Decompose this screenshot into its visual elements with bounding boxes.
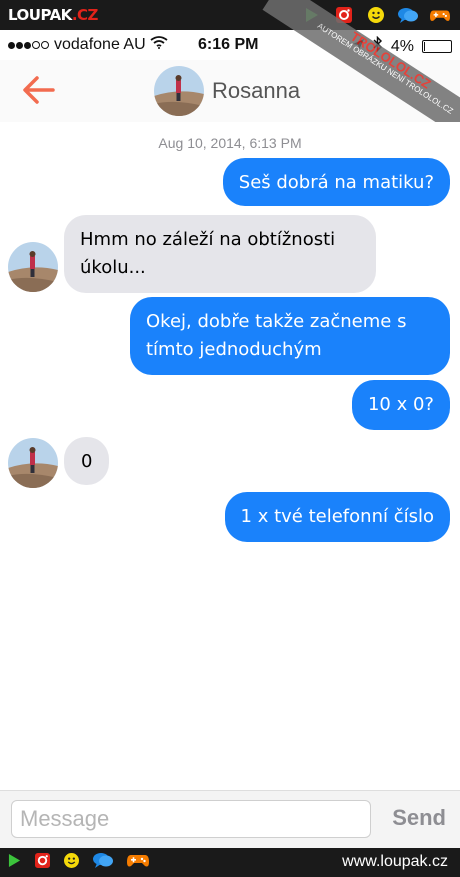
instagram-icon[interactable] (35, 852, 50, 873)
message-list[interactable]: Aug 10, 2014, 6:13 PM Seš dobrá na matik… (0, 122, 460, 790)
outgoing-message[interactable]: 10 x 0? (351, 380, 450, 430)
incoming-avatar[interactable] (8, 242, 58, 292)
site-bottom-bar: www.loupak.cz (0, 848, 460, 877)
contact-name[interactable]: Rosanna (212, 78, 300, 104)
incoming-avatar[interactable] (8, 438, 58, 488)
carrier-name: vodafone AU (54, 36, 146, 53)
incoming-message[interactable]: Hmm no záleží na obtížnosti úkolu... (64, 215, 376, 293)
battery-icon (422, 40, 452, 53)
gamepad-icon[interactable] (127, 852, 149, 873)
site-logo-main: LOUPAK (8, 6, 72, 24)
back-arrow-icon[interactable] (20, 74, 56, 106)
chat-icon[interactable] (93, 852, 113, 873)
site-bottom-icons (8, 852, 149, 873)
outgoing-message[interactable]: 1 x tvé telefonní číslo (224, 492, 450, 542)
send-button[interactable]: Send (392, 805, 446, 831)
outgoing-message[interactable]: Okej, dobře takže začneme s tímto jednod… (130, 297, 450, 375)
site-logo[interactable]: LOUPAK.CZ (8, 6, 98, 24)
incoming-message[interactable]: 0 (64, 437, 110, 485)
wifi-icon (150, 36, 168, 54)
conversation-timestamp: Aug 10, 2014, 6:13 PM (158, 135, 302, 151)
message-input[interactable] (11, 800, 371, 838)
site-url[interactable]: www.loupak.cz (342, 853, 448, 871)
signal-carrier: vodafone AU (8, 36, 168, 54)
smiley-icon[interactable] (366, 5, 386, 25)
status-time: 6:16 PM (198, 36, 259, 53)
signal-strength-icon (8, 36, 50, 54)
contact-avatar[interactable] (154, 66, 204, 116)
outgoing-message[interactable]: Seš dobrá na matiku? (222, 158, 450, 206)
chat-icon[interactable] (398, 5, 418, 25)
smiley-icon[interactable] (64, 852, 79, 873)
message-composer: Send (0, 790, 460, 849)
play-icon[interactable] (8, 853, 21, 873)
site-top-bar: LOUPAK.CZ (0, 0, 460, 30)
gamepad-icon[interactable] (430, 5, 450, 25)
site-logo-suffix: .CZ (71, 6, 99, 24)
